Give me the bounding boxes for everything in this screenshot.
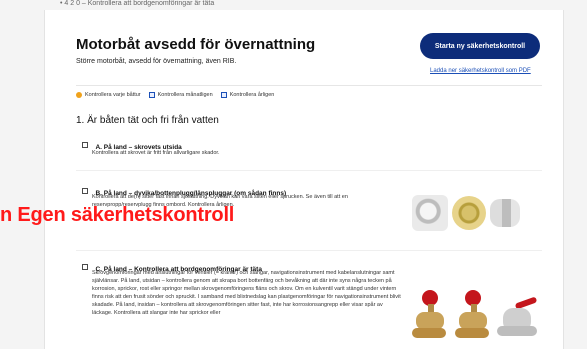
plastic-plug-image — [490, 199, 520, 227]
page-subtitle: Större motorbåt, avsedd för övernattning… — [76, 58, 237, 65]
page-title: Motorbåt avsedd för övernattning — [76, 36, 316, 53]
calendar-icon — [148, 92, 155, 98]
checkbox-icon[interactable] — [82, 187, 88, 194]
item-separator — [76, 170, 542, 171]
download-pdf-link[interactable]: Ladda ner säkerhetskontroll som PDF — [430, 68, 531, 74]
frequency-legend: Kontrollera varje båttur Kontrollera mån… — [76, 92, 274, 98]
legend-item-monthly: Kontrollera månatligen — [148, 92, 213, 98]
item-a-text: Kontrollera att skrovet är fritt från al… — [92, 150, 220, 156]
start-new-safety-check-button[interactable]: Starta ny säkerhetskontroll — [420, 33, 540, 59]
valve-pipe — [455, 328, 490, 338]
lever-pipe — [496, 326, 537, 336]
brass-valve-image — [453, 290, 490, 342]
brass-plug-image — [452, 196, 486, 230]
legend-label-yearly: Kontrollera årligen — [229, 92, 275, 98]
item-c-text: Skrovgenomföringar med anslutningar för … — [92, 270, 401, 316]
header-divider — [76, 85, 542, 86]
section-title: 1. Är båten tät och fri från vatten — [76, 115, 219, 126]
checkbox-icon[interactable] — [82, 263, 88, 270]
legend-item-every-trip: Kontrollera varje båttur — [76, 92, 141, 98]
ball-valve-image — [496, 292, 540, 342]
legend-label-every-trip: Kontrollera varje båttur — [85, 92, 141, 98]
valve-images — [410, 282, 540, 342]
item-separator — [76, 250, 542, 251]
sun-icon — [76, 92, 82, 98]
checkbox-icon[interactable] — [82, 141, 88, 148]
drain-plug-images — [412, 192, 537, 234]
calendar-icon — [220, 92, 227, 98]
legend-item-yearly: Kontrollera årligen — [220, 92, 275, 98]
background-top-text: • 4 2 0 – Kontrollera att bordgenomförin… — [60, 0, 215, 7]
overlay-heading: n Egen säkerhetskontroll — [0, 204, 235, 226]
valve-pipe — [412, 328, 446, 338]
drain-plug-image — [412, 195, 448, 231]
legend-label-monthly: Kontrollera månatligen — [157, 92, 213, 98]
gate-valve-image — [410, 290, 447, 342]
